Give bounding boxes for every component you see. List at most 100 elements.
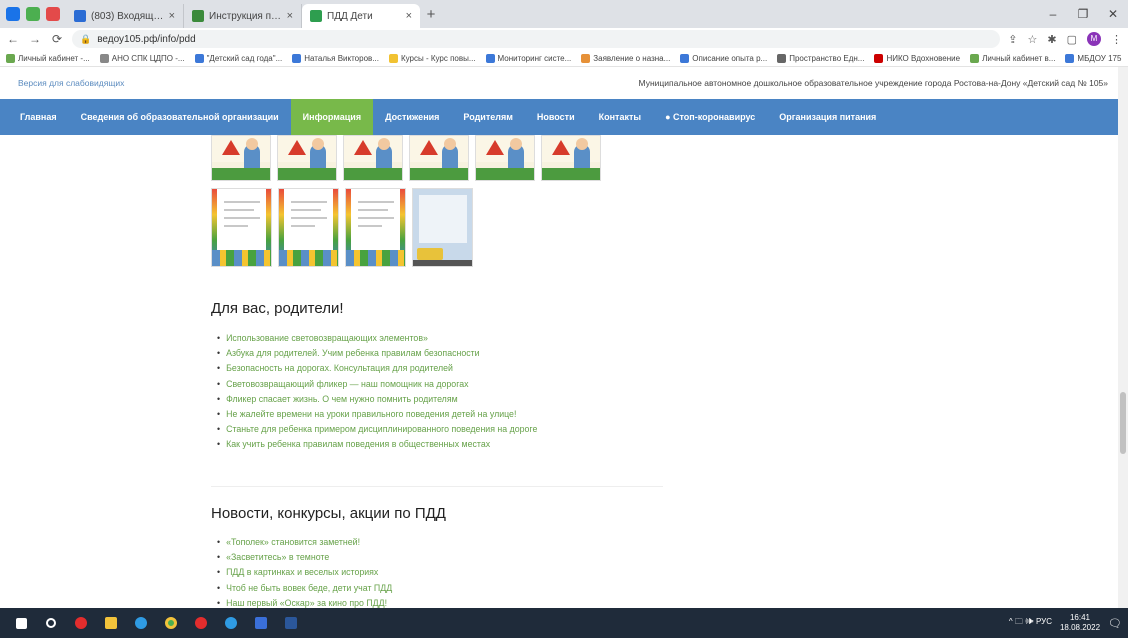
vision-impaired-link[interactable]: Версия для слабовидящих [18, 78, 124, 88]
bookmark-item[interactable]: Пространство Едн... [777, 53, 865, 63]
nav-item[interactable]: Родителям [451, 99, 524, 135]
article-link[interactable]: Станьте для ребенка примером дисциплинир… [217, 422, 537, 437]
bookmark-item[interactable]: Наталья Викторов... [292, 53, 379, 63]
minimize-icon[interactable]: – [1038, 7, 1068, 21]
back-icon[interactable]: ← [6, 32, 20, 46]
menu-icon[interactable]: ⋮ [1111, 33, 1122, 46]
article-link[interactable]: «Тополек» становится заметней! [217, 535, 392, 550]
nav-item[interactable]: ● Стоп-коронавирус [653, 99, 767, 135]
bookmark-item[interactable]: Заявление о назна... [581, 53, 670, 63]
bookmark-item[interactable]: МБДОУ 175 [1065, 53, 1121, 63]
edge-icon[interactable] [126, 608, 156, 638]
article-link[interactable]: Световозвращающий фликер — наш помощник … [217, 377, 537, 392]
bookmark-label: Мониторинг систе... [497, 53, 572, 63]
pinned-tab-icon[interactable] [46, 7, 60, 21]
new-tab-button[interactable]: + [420, 4, 442, 28]
article-link[interactable]: Фликер спасает жизнь. О чем нужно помнит… [217, 392, 537, 407]
tab-title: ПДД Дети [327, 10, 373, 22]
article-link[interactable]: Не жалейте времени на уроки правильного … [217, 407, 537, 422]
certificate-image[interactable] [278, 188, 339, 267]
page-scrollbar[interactable] [1118, 67, 1128, 608]
gallery-image[interactable] [409, 135, 469, 181]
search-icon[interactable] [36, 608, 66, 638]
article-link[interactable]: «Засветитесь» в темноте [217, 550, 392, 565]
gallery-image[interactable] [343, 135, 403, 181]
article-link[interactable]: Использование световозвращающих элементо… [217, 331, 537, 346]
gallery-row-1 [211, 135, 601, 181]
yandex-icon[interactable] [186, 608, 216, 638]
article-link[interactable]: Как учить ребенка правилам поведения в о… [217, 437, 537, 452]
file-explorer-icon[interactable] [96, 608, 126, 638]
close-tab-icon[interactable]: × [287, 10, 293, 22]
bookmark-item[interactable]: Курсы - Курс повы... [388, 53, 476, 63]
bookmark-item[interactable]: Мониторинг систе... [485, 53, 572, 63]
bookmark-label: Наталья Викторов... [304, 53, 379, 63]
bookmark-label: Пространство Едн... [789, 53, 865, 63]
nav-item[interactable]: Достижения [373, 99, 451, 135]
browser-tab[interactable]: Инструкция по охране жизни и × [184, 4, 302, 28]
chrome-icon[interactable] [156, 608, 186, 638]
extensions-icon[interactable]: ✱ [1047, 33, 1056, 46]
clock[interactable]: 16:41 18.08.2022 [1060, 613, 1100, 633]
bookmark-favicon-icon [970, 53, 980, 63]
browser-tab[interactable]: ПДД Дети × [302, 4, 420, 28]
close-window-icon[interactable]: ✕ [1098, 7, 1128, 21]
profile-avatar[interactable]: M [1087, 32, 1101, 46]
tab-strip-pinned [0, 0, 66, 28]
nav-item[interactable]: Новости [525, 99, 587, 135]
bookmark-label: НИКО Вдохновение [886, 53, 961, 63]
certificate-image[interactable] [211, 188, 272, 267]
mail-icon[interactable] [246, 608, 276, 638]
bookmark-label: Курсы - Курс повы... [400, 53, 476, 63]
article-link[interactable]: Безопасность на дорогах. Консультация дл… [217, 361, 537, 376]
reload-icon[interactable]: ⟳ [50, 32, 64, 46]
pinned-tab-icon[interactable] [26, 7, 40, 21]
gallery-image[interactable] [541, 135, 601, 181]
nav-item[interactable]: Главная [8, 99, 69, 135]
notifications-icon[interactable]: 🗨 [1108, 617, 1122, 630]
nav-item[interactable]: Контакты [587, 99, 653, 135]
favicon-icon [192, 10, 204, 22]
gallery-image[interactable] [277, 135, 337, 181]
sidebar-icon[interactable]: ▢ [1067, 33, 1077, 46]
gallery-image[interactable] [211, 135, 271, 181]
url-text: ведоу105.рф/info/pdd [97, 33, 196, 45]
close-tab-icon[interactable]: × [169, 10, 175, 22]
tray-icons[interactable]: ^ 🗀 🕪 РУС [1009, 616, 1052, 630]
scrollbar-thumb[interactable] [1120, 392, 1126, 454]
bookmark-item[interactable]: Личный кабинет в... [970, 53, 1055, 63]
bookmarks-bar: Личный кабинет -... АНО СПК ЦДПО -... "Дет… [0, 50, 1128, 67]
poster-image[interactable] [412, 188, 473, 267]
article-link[interactable]: Наш первый «Оскар» за кино про ПДД! [217, 596, 392, 608]
forward-icon[interactable]: → [28, 32, 42, 46]
browser-tab-strip: (803) Входящие - Почта Mail.ru×Инструкци… [0, 0, 1128, 28]
bookmark-favicon-icon [99, 53, 109, 63]
nav-item[interactable]: Организация питания [767, 99, 888, 135]
article-link[interactable]: ПДД в картинках и веселых историях [217, 565, 392, 580]
maximize-icon[interactable]: ❐ [1068, 7, 1098, 21]
certificate-image[interactable] [345, 188, 406, 267]
bookmark-favicon-icon [777, 53, 787, 63]
nav-item[interactable]: Сведения об образовательной организации [69, 99, 291, 135]
bookmark-item[interactable]: АНО СПК ЦДПО -... [99, 53, 185, 63]
browser-tab[interactable]: (803) Входящие - Почта Mail.ru × [66, 4, 184, 28]
close-tab-icon[interactable]: × [406, 10, 412, 22]
word-icon[interactable] [276, 608, 306, 638]
pinned-tab-icon[interactable] [6, 7, 20, 21]
tab-title: Инструкция по охране жизни и [209, 10, 282, 22]
start-icon[interactable] [6, 608, 36, 638]
url-input[interactable]: 🔒 ведоу105.рф/info/pdd [72, 30, 1001, 48]
telegram-icon[interactable] [216, 608, 246, 638]
nav-item[interactable]: Информация [290, 99, 374, 135]
share-icon[interactable]: ⇪ [1008, 33, 1017, 46]
article-link[interactable]: Чтоб не быть вовек беде, дети учат ПДД [217, 581, 392, 596]
article-link[interactable]: Азбука для родителей. Учим ребенка прави… [217, 346, 537, 361]
bookmark-label: АНО СПК ЦДПО -... [111, 53, 185, 63]
opera-icon[interactable] [66, 608, 96, 638]
bookmark-item[interactable]: "Детский сад года"... [194, 53, 282, 63]
gallery-image[interactable] [475, 135, 535, 181]
bookmark-item[interactable]: Личный кабинет -... [6, 53, 90, 63]
bookmark-star-icon[interactable]: ☆ [1028, 33, 1038, 46]
bookmark-item[interactable]: НИКО Вдохновение [874, 53, 961, 63]
bookmark-item[interactable]: Описание опыта р... [680, 53, 767, 63]
